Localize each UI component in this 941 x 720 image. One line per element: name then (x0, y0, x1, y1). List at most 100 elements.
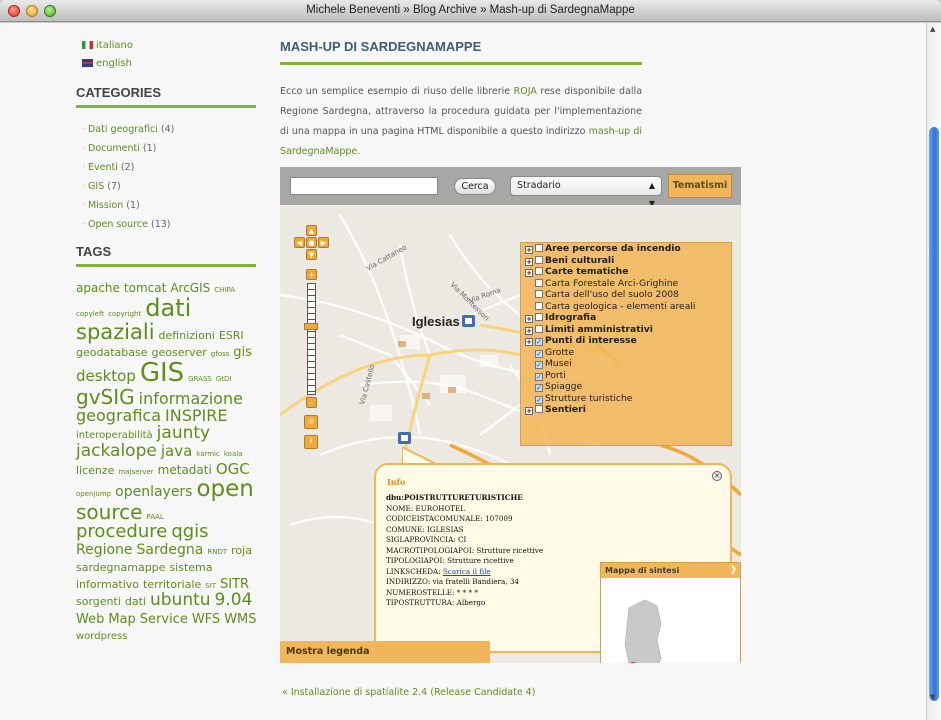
layer-checkbox[interactable] (535, 255, 543, 264)
tag-link[interactable]: spaziali (76, 321, 155, 343)
layer-checkbox[interactable] (535, 267, 543, 275)
tag-link[interactable]: apache (76, 282, 120, 295)
tag-link[interactable]: openlayers (115, 485, 192, 500)
tag-link[interactable]: jackalope (76, 442, 157, 461)
tag-link[interactable]: dati (125, 596, 146, 608)
tag-link[interactable]: procedure (76, 522, 167, 542)
layer-item[interactable]: Carta Forestale Arci-Grighine (525, 278, 731, 290)
search-button[interactable]: Cerca (454, 178, 496, 195)
tag-link[interactable]: Regione (76, 543, 133, 558)
layer-checkbox[interactable]: ✓ (535, 361, 543, 369)
tag-link[interactable]: qgis (171, 522, 208, 542)
layer-checkbox[interactable] (535, 290, 543, 298)
layer-item[interactable]: + Carte tematiche (525, 266, 731, 278)
expand-plus-icon[interactable]: + (525, 269, 533, 277)
layer-checkbox[interactable] (535, 301, 543, 310)
layer-checkbox[interactable] (535, 244, 543, 252)
vertical-scrollbar[interactable]: ▲ ▼ (926, 23, 941, 720)
tag-link[interactable]: 9.04 (215, 591, 253, 610)
layer-item[interactable]: + Idrografia (525, 312, 731, 324)
layer-item[interactable]: + Sentieri (525, 404, 731, 416)
zoom-out-button[interactable]: – (306, 397, 317, 408)
category-link[interactable]: Open source (88, 219, 148, 230)
tag-link[interactable]: RNDT (207, 549, 227, 557)
tag-link[interactable]: copyright (108, 310, 141, 318)
layer-item[interactable]: ✓ Porti (525, 370, 731, 382)
tag-link[interactable]: GtDI (216, 375, 232, 383)
layer-checkbox[interactable] (535, 278, 543, 287)
expand-plus-icon[interactable]: + (525, 315, 533, 323)
tag-link[interactable]: roja (231, 545, 252, 557)
tag-link[interactable]: ubuntu (150, 591, 211, 610)
scroll-up-icon[interactable]: ▲ (930, 25, 935, 33)
zoom-box-icon[interactable]: ◎ (304, 415, 318, 429)
layer-item[interactable]: Carta dell'uso del suolo 2008 (525, 289, 731, 301)
tag-link[interactable]: Sardegna (137, 543, 204, 558)
tag-link[interactable]: GRASS (188, 375, 212, 383)
layer-item[interactable]: ✓ Grotte (525, 347, 731, 359)
roja-link[interactable]: ROJA (514, 86, 537, 97)
tag-link[interactable]: interoperabilità (76, 430, 153, 442)
tag-link[interactable]: territoriale (143, 579, 201, 591)
tag-link[interactable]: karmic (196, 450, 220, 458)
info-tool-icon[interactable]: i (304, 435, 318, 449)
tag-link[interactable]: OGC (216, 461, 250, 478)
tag-link[interactable]: Service (140, 613, 188, 627)
expand-plus-icon[interactable]: + (525, 326, 533, 335)
tag-link[interactable]: open (196, 477, 253, 501)
tag-link[interactable]: informativo (76, 579, 139, 591)
tag-link[interactable]: sardegnamappe (76, 562, 165, 574)
tag-link[interactable]: koala (224, 450, 243, 458)
tag-link[interactable]: WFS (192, 613, 220, 627)
expand-plus-icon[interactable]: + (525, 407, 533, 415)
tag-link[interactable]: sistema (169, 562, 212, 574)
tag-link[interactable]: tomcat (124, 282, 166, 295)
tag-link[interactable]: openjump (76, 491, 111, 499)
tag-link[interactable]: desktop (76, 368, 136, 385)
tag-link[interactable]: WMS (224, 613, 256, 627)
tag-link[interactable]: gvSIG (76, 387, 135, 408)
expand-plus-icon[interactable]: + (525, 257, 533, 266)
layer-checkbox[interactable] (535, 324, 543, 333)
tag-link[interactable]: GIS (140, 359, 184, 387)
tag-link[interactable]: ArcGIS (170, 282, 210, 295)
tag-link[interactable]: wordpress (76, 632, 127, 643)
map-canvas[interactable]: Via Cattaneo Via Montessori Via Castello… (280, 205, 741, 663)
zoom-in-button[interactable]: + (306, 269, 317, 280)
tag-link[interactable]: java (161, 443, 192, 460)
tag-link[interactable]: PAAL (146, 513, 163, 521)
zoom-slider[interactable] (307, 283, 316, 395)
layer-checkbox[interactable] (535, 313, 543, 321)
pan-left-button[interactable]: ◀ (294, 237, 305, 248)
tag-link[interactable]: gis (233, 346, 252, 360)
layer-item[interactable]: ✓ Musei (525, 358, 731, 370)
category-link[interactable]: Dati geografici (88, 124, 158, 135)
tag-link[interactable]: metadati (158, 464, 212, 477)
category-link[interactable]: Eventi (88, 162, 118, 173)
tag-link[interactable]: geodatabase (76, 347, 147, 359)
tag-link[interactable]: gfoss (211, 350, 229, 358)
poi-marker-icon[interactable] (462, 315, 475, 327)
tag-link[interactable]: definizioni (159, 330, 215, 342)
tag-link[interactable]: dati (145, 295, 191, 321)
layer-checkbox[interactable]: ✓ (535, 395, 543, 404)
layer-checkbox[interactable]: ✓ (535, 384, 543, 392)
zoom-slider-handle[interactable] (304, 323, 318, 330)
tematismi-button[interactable]: Tematismi (668, 174, 732, 198)
layer-checkbox[interactable] (535, 405, 543, 413)
category-link[interactable]: Documenti (88, 143, 140, 154)
layer-checkbox[interactable]: ✓ (535, 372, 543, 381)
pan-center-button[interactable]: ● (306, 237, 317, 248)
tag-link[interactable]: majserver (118, 468, 153, 476)
layer-item[interactable]: ✓ Spiagge (525, 381, 731, 393)
tag-link[interactable]: Web (76, 613, 104, 627)
tag-link[interactable]: geoserver (151, 347, 206, 359)
layer-checkbox[interactable]: ✓ (535, 338, 543, 346)
scrollbar-thumb[interactable] (929, 127, 939, 701)
tag-link[interactable]: copyleft (76, 310, 104, 318)
tag-link[interactable]: sorgenti (76, 596, 121, 608)
layer-checkbox[interactable]: ✓ (535, 349, 543, 358)
scroll-down-icon[interactable]: ▼ (930, 693, 935, 701)
category-link[interactable]: Mission (88, 200, 123, 211)
expand-plus-icon[interactable]: + (525, 338, 533, 346)
